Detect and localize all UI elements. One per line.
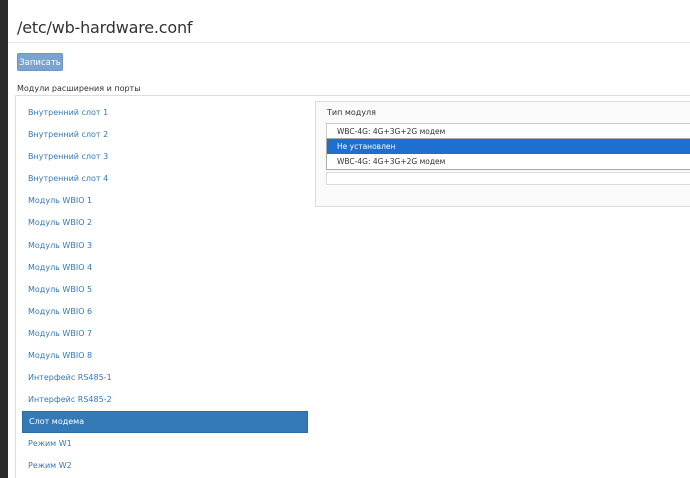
- nav-item-internal-slot-3[interactable]: Внутренний слот 3: [22, 146, 308, 168]
- page-header: /etc/wb-hardware.conf: [8, 0, 690, 43]
- module-nav: Внутренний слот 1 Внутренний слот 2 Внут…: [22, 102, 308, 478]
- nav-item-modem-slot[interactable]: Слот модема: [22, 411, 308, 434]
- nav-item-wbio-1[interactable]: Модуль WBIO 1: [22, 190, 308, 212]
- nav-item-internal-slot-1[interactable]: Внутренний слот 1: [22, 102, 308, 124]
- nav-item-internal-slot-2[interactable]: Внутренний слот 2: [22, 124, 308, 146]
- nav-item-wbio-4[interactable]: Модуль WBIO 4: [22, 257, 308, 279]
- nav-item-wbio-7[interactable]: Модуль WBIO 7: [22, 323, 308, 345]
- module-type-dropdown: Не установлен WBC-4G: 4G+3G+2G модем: [326, 138, 690, 170]
- config-page: /etc/wb-hardware.conf Записать Модули ра…: [8, 0, 690, 478]
- save-button[interactable]: Записать: [17, 53, 63, 71]
- option-wbc-4g[interactable]: WBC-4G: 4G+3G+2G модем: [327, 154, 690, 169]
- nav-item-wbio-5[interactable]: Модуль WBIO 5: [22, 279, 308, 301]
- obscured-input[interactable]: [326, 172, 690, 185]
- option-not-installed[interactable]: Не установлен: [327, 139, 690, 154]
- nav-item-wbio-6[interactable]: Модуль WBIO 6: [22, 301, 308, 323]
- section-label: Модули расширения и порты: [17, 84, 141, 93]
- nav-item-wbio-2[interactable]: Модуль WBIO 2: [22, 212, 308, 234]
- nav-item-mode-w2[interactable]: Режим W2: [22, 455, 308, 477]
- nav-item-mode-w1[interactable]: Режим W1: [22, 433, 308, 455]
- module-type-label: Тип модуля: [327, 108, 376, 117]
- nav-item-wbio-3[interactable]: Модуль WBIO 3: [22, 235, 308, 257]
- module-form: Тип модуля WBC-4G: 4G+3G+2G модем Не уст…: [315, 101, 690, 207]
- nav-item-internal-slot-4[interactable]: Внутренний слот 4: [22, 168, 308, 190]
- nav-item-wbio-8[interactable]: Модуль WBIO 8: [22, 345, 308, 367]
- nav-item-rs485-1[interactable]: Интерфейс RS485-1: [22, 367, 308, 389]
- page-title: /etc/wb-hardware.conf: [17, 18, 193, 37]
- nav-item-rs485-2[interactable]: Интерфейс RS485-2: [22, 389, 308, 411]
